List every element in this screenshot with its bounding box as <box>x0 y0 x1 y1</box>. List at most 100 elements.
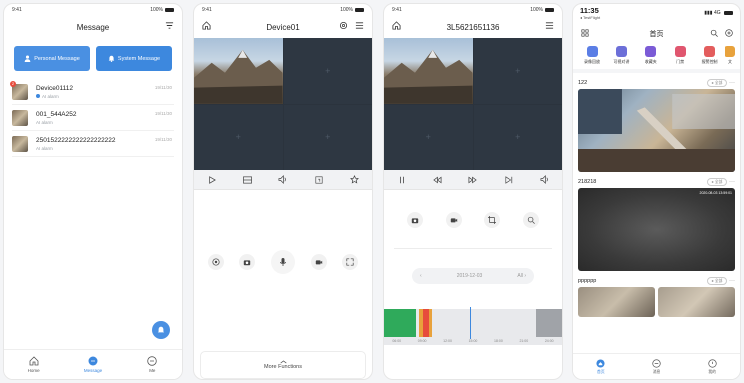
recording-timeline[interactable]: 06:00 09:00 12:00 15:00 18:00 21:00 24:0… <box>384 307 562 345</box>
message-screen: 9:41 100% Message Personal Message Syste… <box>3 3 183 380</box>
filter-icon[interactable] <box>165 21 174 32</box>
volume-icon[interactable] <box>539 175 549 185</box>
record-button[interactable] <box>445 212 462 228</box>
mountain-image <box>384 49 473 104</box>
camera-preview[interactable]: 2020-08-03 13:59:01 <box>578 188 735 271</box>
video-channel-2[interactable]: + <box>283 38 372 104</box>
camera-preview[interactable] <box>578 89 735 172</box>
category-more[interactable]: 文 <box>724 46 735 65</box>
tab-me[interactable]: Me <box>123 350 182 379</box>
more-icon <box>724 46 735 57</box>
all-button[interactable]: ▸ 全部 <box>706 79 728 87</box>
timeline-labels: 06:00 09:00 12:00 15:00 18:00 21:00 24:0… <box>384 337 562 345</box>
video-channel-4[interactable]: + <box>473 104 562 170</box>
battery-text: 100% <box>150 7 163 13</box>
category-access[interactable]: 门禁 <box>666 46 694 65</box>
split-screen-icon[interactable] <box>242 175 252 185</box>
alarm-fab-button[interactable] <box>152 321 170 339</box>
fast-forward-icon[interactable] <box>468 175 478 185</box>
message-subtitle: AI alarm <box>42 93 59 99</box>
tab-label: Me <box>149 368 156 373</box>
tab-message[interactable]: Message <box>63 350 122 379</box>
more-dots-icon[interactable]: ··· <box>729 80 735 86</box>
more-dots-icon[interactable]: ··· <box>729 179 735 185</box>
home-icon <box>596 358 605 368</box>
tab-home[interactable]: 首页 <box>573 354 629 379</box>
ptz-icon <box>212 258 220 266</box>
list-item[interactable]: 2 Device01112 AI alarm 19/11/30 <box>10 79 174 105</box>
tab-label: Home <box>27 368 40 373</box>
pause-icon[interactable] <box>397 175 407 185</box>
playback-action-row <box>384 212 562 228</box>
message-list: 2 Device01112 AI alarm 19/11/30 001_544A… <box>4 79 182 157</box>
fullscreen-button[interactable] <box>342 254 359 270</box>
all-button[interactable]: ▸ 全部 <box>706 277 728 285</box>
home-icon[interactable] <box>392 21 401 32</box>
video-channel-1[interactable] <box>384 38 473 104</box>
category-label: 录像回放 <box>584 59 600 64</box>
add-icon[interactable] <box>725 29 733 39</box>
more-dots-icon[interactable]: ··· <box>729 278 735 284</box>
settings-icon[interactable] <box>339 21 348 32</box>
ptz-action-row <box>194 250 372 274</box>
category-intercom[interactable]: 可视对讲 <box>607 46 635 65</box>
category-playback[interactable]: 录像回放 <box>578 46 606 65</box>
camera-preview[interactable] <box>578 287 655 317</box>
video-channel-1[interactable] <box>194 38 283 104</box>
add-icon: + <box>325 132 331 143</box>
list-item[interactable]: 2501522222222222222222 AI alarm 19/11/30 <box>12 131 174 157</box>
home-icon <box>29 356 39 366</box>
personal-message-button[interactable]: Personal Message <box>14 46 90 71</box>
device-thumbnail <box>12 135 28 152</box>
message-device-name: Device01112 <box>36 84 73 92</box>
status-time: 9:41 <box>392 7 402 13</box>
list-icon[interactable] <box>545 21 554 32</box>
navbar: 3L5621651136 <box>384 16 562 38</box>
snapshot-button[interactable] <box>239 254 256 270</box>
video-channel-4[interactable]: + <box>283 104 372 170</box>
status-time: 11:35 <box>580 6 599 15</box>
list-icon[interactable] <box>355 21 364 32</box>
quality-icon[interactable] <box>314 175 324 185</box>
record-button[interactable] <box>310 254 327 270</box>
video-grid: + + + <box>194 38 372 170</box>
timeline-needle[interactable] <box>470 307 471 339</box>
tab-home[interactable]: Home <box>4 350 63 379</box>
battery-icon <box>165 7 174 12</box>
category-alarm[interactable]: 报警控制 <box>696 46 724 65</box>
snapshot-button[interactable] <box>407 212 424 228</box>
more-functions-button[interactable]: More Functions <box>200 351 366 379</box>
chevron-right-icon[interactable]: › <box>524 273 526 279</box>
video-channel-2[interactable]: + <box>473 38 562 104</box>
search-icon[interactable] <box>710 29 718 39</box>
home-icon[interactable] <box>202 21 211 32</box>
all-button[interactable]: ▸ 全部 <box>706 178 728 186</box>
rewind-icon[interactable] <box>432 175 442 185</box>
ptz-button[interactable] <box>207 254 224 270</box>
search-button[interactable] <box>522 212 539 228</box>
battery-icon <box>545 7 554 12</box>
divider <box>394 248 552 249</box>
status-back-app[interactable]: ◂ TestFlight <box>580 15 600 20</box>
camera-header: 122 ▸ 全部 ··· <box>578 77 735 89</box>
system-message-button[interactable]: System Message <box>96 46 172 71</box>
tab-message[interactable]: 消息 <box>629 354 685 379</box>
camera-preview[interactable] <box>658 287 735 317</box>
play-icon[interactable] <box>207 175 217 185</box>
video-channel-3[interactable]: + <box>384 104 473 170</box>
favorite-icon[interactable] <box>349 175 359 185</box>
category-favorites[interactable]: 收藏夹 <box>637 46 665 65</box>
list-item[interactable]: 001_544A252 AI alarm 19/11/30 <box>12 105 174 131</box>
crop-button[interactable] <box>484 212 501 228</box>
volume-icon[interactable] <box>278 175 288 185</box>
talk-button[interactable] <box>270 250 295 274</box>
grid-menu-icon[interactable] <box>581 29 589 39</box>
tab-me[interactable]: 我的 <box>684 354 740 379</box>
status-bar: 11:35 ◂ TestFlight ▮▮▮ 4G <box>573 4 740 26</box>
camera-thumbnails <box>578 287 735 317</box>
chevron-left-icon[interactable]: ‹ <box>420 273 422 279</box>
video-channel-3[interactable]: + <box>194 104 283 170</box>
date-selector[interactable]: ‹ 2019-12-03 All › <box>412 268 534 284</box>
camera-header: 218218 ▸ 全部 ··· <box>578 176 735 188</box>
next-frame-icon[interactable] <box>504 175 514 185</box>
